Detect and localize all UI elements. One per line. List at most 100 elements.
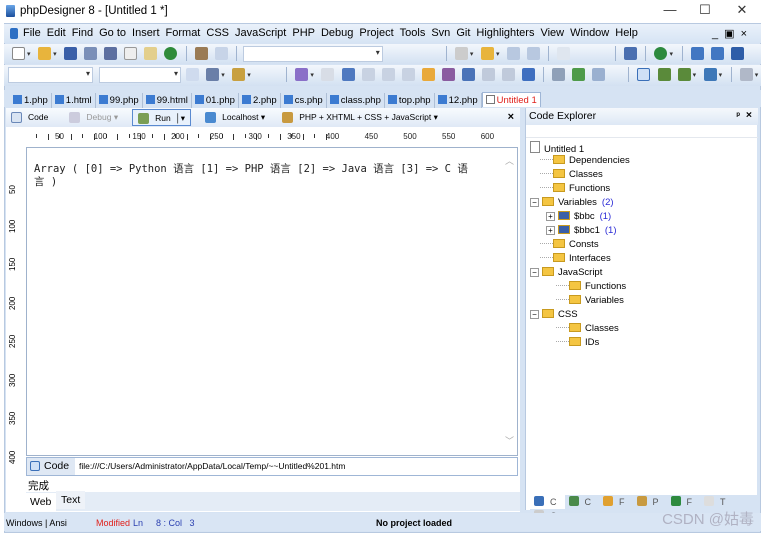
print-preview-icon[interactable]	[144, 47, 158, 60]
menu-help[interactable]: Help	[612, 24, 641, 39]
collapse-icon[interactable]: −	[530, 198, 539, 207]
menu-highlighters[interactable]: Highlighters	[473, 24, 537, 39]
menu-view[interactable]: View	[537, 24, 567, 39]
layout-2-icon[interactable]	[710, 47, 724, 60]
tab-cs-php[interactable]: cs.php	[281, 93, 327, 108]
new-file-icon[interactable]	[12, 47, 25, 60]
save-icon[interactable]	[64, 47, 78, 60]
filter-icon[interactable]	[507, 47, 520, 60]
tab-class-php[interactable]: class.php	[327, 93, 385, 108]
save-all-icon[interactable]	[104, 47, 118, 60]
layout-1-icon[interactable]	[690, 47, 704, 60]
filter-clear-icon[interactable]	[527, 47, 541, 60]
tree-node[interactable]: + $bbc (1)	[530, 211, 630, 225]
menu-svn[interactable]: Svn	[428, 24, 453, 39]
project-combo[interactable]	[8, 67, 93, 83]
close-panel-button[interactable]: ×	[746, 109, 752, 121]
indent-icon[interactable]	[341, 68, 355, 81]
pin-icon[interactable]: ᵖ	[736, 110, 740, 120]
tab-untitled-1[interactable]: Untitled 1	[481, 92, 541, 107]
tab-top-php[interactable]: top.php	[385, 93, 435, 108]
menu-format[interactable]: Format	[163, 24, 204, 39]
hand-icon[interactable]	[421, 68, 435, 81]
tab-99-php[interactable]: 99.php	[96, 93, 143, 108]
localhost-button[interactable]: Localhost ▾	[200, 109, 270, 126]
menu-window[interactable]: Window	[567, 24, 612, 39]
deploy-icon[interactable]	[624, 47, 638, 60]
tab-12-php[interactable]: 12.php	[435, 93, 482, 108]
explorer-tab[interactable]: C	[530, 495, 565, 509]
split-horizontal-icon[interactable]	[730, 47, 744, 60]
scroll-down-icon[interactable]: ﹀	[505, 434, 514, 447]
insert-icon[interactable]	[232, 68, 246, 81]
explorer-tab[interactable]: F	[667, 495, 701, 509]
run-script-icon[interactable]	[657, 68, 671, 81]
mdi-minimize-button[interactable]: _	[712, 28, 724, 40]
tree-node[interactable]: Classes	[530, 169, 630, 183]
browser-code-button[interactable]: Code	[27, 458, 75, 475]
explorer-tab[interactable]: C	[565, 495, 600, 509]
options-icon[interactable]	[739, 68, 753, 81]
menu-css[interactable]: CSS	[203, 24, 232, 39]
debug-run-icon[interactable]	[295, 68, 309, 81]
comment-icon[interactable]	[381, 68, 395, 81]
file-close-icon[interactable]	[485, 95, 495, 104]
open-folder-icon[interactable]	[38, 47, 52, 60]
image-icon[interactable]	[572, 68, 586, 81]
step-icon[interactable]	[321, 68, 335, 81]
close-editor-button[interactable]: ×	[508, 111, 514, 123]
close-button[interactable]: ✕	[727, 2, 757, 20]
snippet-icon[interactable]	[480, 47, 494, 60]
tree-node[interactable]: Variables	[530, 295, 630, 309]
tree-node[interactable]: − CSS	[530, 309, 630, 323]
table-icon[interactable]	[592, 68, 606, 81]
file-close-icon[interactable]	[13, 95, 22, 104]
file-close-icon[interactable]	[387, 95, 397, 104]
preview-globe-icon[interactable]	[654, 47, 668, 60]
menu-project[interactable]: Project	[356, 24, 396, 39]
scroll-up-icon[interactable]: ︿	[505, 154, 514, 167]
explorer-tab[interactable]: P	[633, 495, 667, 509]
menu-tools[interactable]: Tools	[397, 24, 429, 39]
file-close-icon[interactable]	[241, 95, 251, 104]
file-close-icon[interactable]	[329, 95, 339, 104]
code-view-button[interactable]: Code	[6, 109, 53, 126]
file-close-icon[interactable]	[283, 95, 293, 104]
tab-web[interactable]: Web	[25, 493, 57, 511]
template-icon[interactable]	[206, 68, 220, 81]
menu-go-to[interactable]: Go to	[96, 24, 129, 39]
url-field[interactable]: file:///C:/Users/Administrator/AppData/L…	[79, 461, 345, 471]
tree-node[interactable]: Consts	[530, 239, 630, 253]
file-close-icon[interactable]	[54, 95, 64, 104]
spell-check-icon[interactable]	[441, 68, 455, 81]
upload-icon[interactable]	[703, 68, 717, 81]
tree-node[interactable]: − Variables (2)	[530, 197, 630, 211]
tab-text[interactable]: Text	[56, 491, 86, 509]
menu-debug[interactable]: Debug	[318, 24, 356, 39]
tree-node[interactable]: Interfaces	[530, 253, 630, 267]
tree-node[interactable]: + $bbc1 (1)	[530, 225, 630, 239]
menu-find[interactable]: Find	[69, 24, 96, 39]
debug-button[interactable]: Debug ▾	[64, 109, 123, 126]
link-icon[interactable]	[552, 68, 566, 81]
code-nav-icon[interactable]	[186, 68, 200, 81]
minimize-button[interactable]: —	[655, 2, 685, 20]
tree-node[interactable]: Functions	[530, 183, 630, 197]
toolbar-combo[interactable]	[242, 46, 383, 62]
outdent-icon[interactable]	[361, 68, 375, 81]
file-close-icon[interactable]	[194, 95, 204, 104]
collapse-icon[interactable]: −	[530, 268, 539, 277]
file-close-icon[interactable]	[437, 95, 447, 104]
save-as-icon[interactable]	[84, 47, 98, 60]
tree-node[interactable]: Functions	[530, 281, 630, 295]
form-icon[interactable]	[461, 68, 475, 81]
menu-git[interactable]: Git	[453, 24, 473, 39]
vertical-scrollbar[interactable]: ︿ ﹀	[502, 148, 517, 455]
tree-node[interactable]: Classes	[530, 323, 630, 337]
menu-insert[interactable]: Insert	[129, 24, 163, 39]
expand-icon[interactable]: +	[546, 226, 555, 235]
cut-icon[interactable]	[194, 47, 208, 60]
explorer-search[interactable]	[526, 125, 758, 138]
tab-01-php[interactable]: 01.php	[192, 93, 239, 108]
menu-edit[interactable]: Edit	[44, 24, 69, 39]
